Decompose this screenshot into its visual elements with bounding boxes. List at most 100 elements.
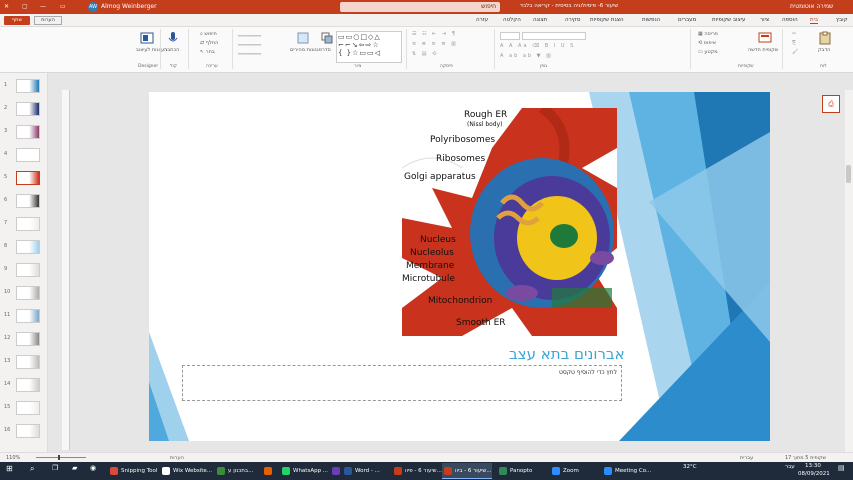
slide-thumbnail[interactable]: [16, 424, 40, 438]
text-placeholder[interactable]: לחץ כדי להוסיף טקסט: [182, 365, 622, 401]
tab-view[interactable]: תצוגה: [533, 17, 547, 23]
autosave-label[interactable]: שמירה אוטומטית: [790, 3, 833, 10]
paragraph-row-1[interactable]: ☰ ☷ ⇤ ⇥ ¶: [412, 31, 457, 37]
tab-slideshow[interactable]: הצגת שקופיות: [590, 17, 624, 23]
section-button[interactable]: ▭ מקטע: [698, 49, 718, 55]
taskbar-app[interactable]: Panopto: [497, 463, 547, 479]
slide-thumbnail[interactable]: [16, 102, 40, 116]
slide-title[interactable]: אברונים בתא עצב: [509, 345, 625, 363]
slide-thumbnail[interactable]: [16, 79, 40, 93]
user-name[interactable]: Almog Weinberger: [101, 3, 157, 10]
designer-icon[interactable]: [140, 31, 154, 45]
quick-styles-button[interactable]: סגנונות מהירים: [290, 47, 322, 53]
quick-styles-icon[interactable]: [296, 31, 310, 45]
tab-design[interactable]: עיצוב שקופיות: [712, 17, 745, 23]
taskbar-app[interactable]: Snipping Tool: [108, 463, 158, 479]
tab-transitions[interactable]: מעברים: [678, 17, 696, 23]
taskbar-app[interactable]: שיעור 6 - ביוו...: [442, 463, 492, 479]
task-view-icon[interactable]: ❐: [52, 464, 58, 472]
slide-thumbnail[interactable]: [16, 378, 40, 392]
paste-icon[interactable]: [818, 31, 832, 45]
comments-button[interactable]: הערות: [34, 16, 62, 25]
select-button[interactable]: ↖ בחר: [200, 49, 215, 55]
side-panel-icon[interactable]: ⎙: [822, 95, 840, 113]
slide-thumbnail[interactable]: [16, 401, 40, 415]
paragraph-row-3[interactable]: ⇅ ▤ ⟲: [412, 51, 438, 57]
font-format-row[interactable]: A A Aa ⌫ B I U S: [500, 43, 575, 49]
tab-insert[interactable]: הוספה: [782, 17, 798, 23]
maximize-icon[interactable]: ▢: [22, 3, 28, 10]
paste-button[interactable]: הדבק: [818, 47, 830, 53]
clock-date[interactable]: 08/09/2021: [798, 471, 830, 477]
font-color-row[interactable]: A ab ab ▼ ▥: [500, 53, 553, 59]
slide-thumbnails-pane[interactable]: 1 2 3 4 5 6 7 8 9 10 11 12 13 14 15 16: [0, 73, 48, 452]
find-button[interactable]: ⌕ חיפוש: [200, 31, 217, 37]
clock-time[interactable]: 13:30: [805, 463, 821, 469]
shapes-gallery[interactable]: ▭▭○□◇△ ⌐⌐↘⇦⇨☆{ }☆▭▭◁: [336, 31, 402, 63]
arrange-button[interactable]: סדר: [322, 47, 331, 53]
share-button[interactable]: שתף: [4, 16, 30, 25]
tab-record[interactable]: הקלטה: [503, 17, 521, 23]
zoom-level[interactable]: 110%: [6, 455, 20, 461]
slide-thumbnail[interactable]: [16, 355, 40, 369]
slide-thumbnail[interactable]: [16, 217, 40, 231]
scrollbar-thumb[interactable]: [846, 165, 851, 183]
slide-thumbnail[interactable]: [16, 332, 40, 346]
shape-effects[interactable]: ▁▁▁▁▁▁: [238, 49, 261, 55]
slide-thumbnail[interactable]: [16, 240, 40, 254]
zoom-slider[interactable]: [36, 457, 86, 458]
close-window-icon[interactable]: ✕: [4, 3, 9, 10]
cut-icon[interactable]: ✂: [792, 31, 796, 37]
weather-temp[interactable]: 32°C: [683, 464, 697, 470]
taskbar-app[interactable]: [262, 463, 278, 479]
slide-canvas[interactable]: Rough ER (Nissl body) Polyribosomes Ribo…: [149, 92, 770, 441]
microphone-icon[interactable]: [166, 31, 180, 45]
ribbon-display-icon[interactable]: ▭: [60, 3, 66, 10]
font-size-box[interactable]: [500, 32, 520, 40]
slide-thumbnail[interactable]: [16, 286, 40, 300]
avatar[interactable]: AW: [88, 2, 98, 12]
tab-animations[interactable]: הנפשות: [642, 17, 660, 23]
design-ideas-button[interactable]: רעיונות לעיצוב: [136, 47, 167, 53]
format-painter-icon[interactable]: 🖌: [792, 49, 798, 55]
arrange-icon[interactable]: [320, 31, 334, 45]
neuron-diagram[interactable]: Rough ER (Nissl body) Polyribosomes Ribo…: [402, 108, 617, 336]
taskbar-app[interactable]: בתכנון ע...: [215, 463, 259, 479]
notes-button[interactable]: הערות: [170, 455, 184, 461]
replace-button[interactable]: ⇄ החלף: [200, 40, 218, 46]
chrome-icon[interactable]: ◉: [90, 464, 96, 472]
reset-button[interactable]: ⟲ איפוס: [698, 40, 716, 46]
slide-thumbnail[interactable]: [16, 194, 40, 208]
shape-outline[interactable]: ▁▁▁▁▁▁: [238, 40, 261, 46]
shape-fill[interactable]: ▁▁▁▁▁▁: [238, 31, 261, 37]
search-box[interactable]: חיפוש: [340, 2, 500, 12]
taskbar-app[interactable]: שיעור 6 - פיוו...: [392, 463, 442, 479]
notifications-icon[interactable]: ▤: [838, 464, 845, 472]
taskbar-app[interactable]: Wix Website...: [160, 463, 212, 479]
font-family-box[interactable]: [522, 32, 586, 40]
new-slide-icon[interactable]: [758, 31, 772, 45]
tab-home[interactable]: בית: [810, 17, 819, 24]
windows-start-icon[interactable]: ⊞: [6, 464, 13, 473]
taskbar-app[interactable]: Zoom: [550, 463, 600, 479]
tab-review[interactable]: סקירה: [565, 17, 580, 23]
tab-draw[interactable]: ציור: [760, 17, 769, 23]
slide-thumbnail[interactable]: [16, 148, 40, 162]
minimize-icon[interactable]: —: [40, 3, 46, 10]
search-icon[interactable]: ⌕: [30, 464, 34, 474]
file-explorer-icon[interactable]: ▰: [72, 464, 77, 472]
tab-help[interactable]: עזרה: [476, 17, 488, 23]
vertical-scrollbar[interactable]: [845, 90, 853, 452]
paragraph-row-2[interactable]: ≡ ≣ ≡ ≣ ▥: [412, 41, 458, 47]
input-language[interactable]: עבר: [785, 464, 795, 470]
copy-icon[interactable]: ⎘: [792, 40, 796, 46]
slide-thumbnail[interactable]: [16, 125, 40, 139]
tab-file[interactable]: קובץ: [836, 17, 848, 23]
zoom-slider-thumb[interactable]: [58, 455, 60, 460]
taskbar-app[interactable]: Word - ...: [342, 463, 390, 479]
layout-button[interactable]: ▦ פריסה: [698, 31, 718, 37]
slide-thumbnail[interactable]: [16, 309, 40, 323]
taskbar-app[interactable]: Meeting Co...: [602, 463, 654, 479]
taskbar-app[interactable]: WhatsApp ...: [280, 463, 328, 479]
slide-thumbnail[interactable]: [16, 263, 40, 277]
